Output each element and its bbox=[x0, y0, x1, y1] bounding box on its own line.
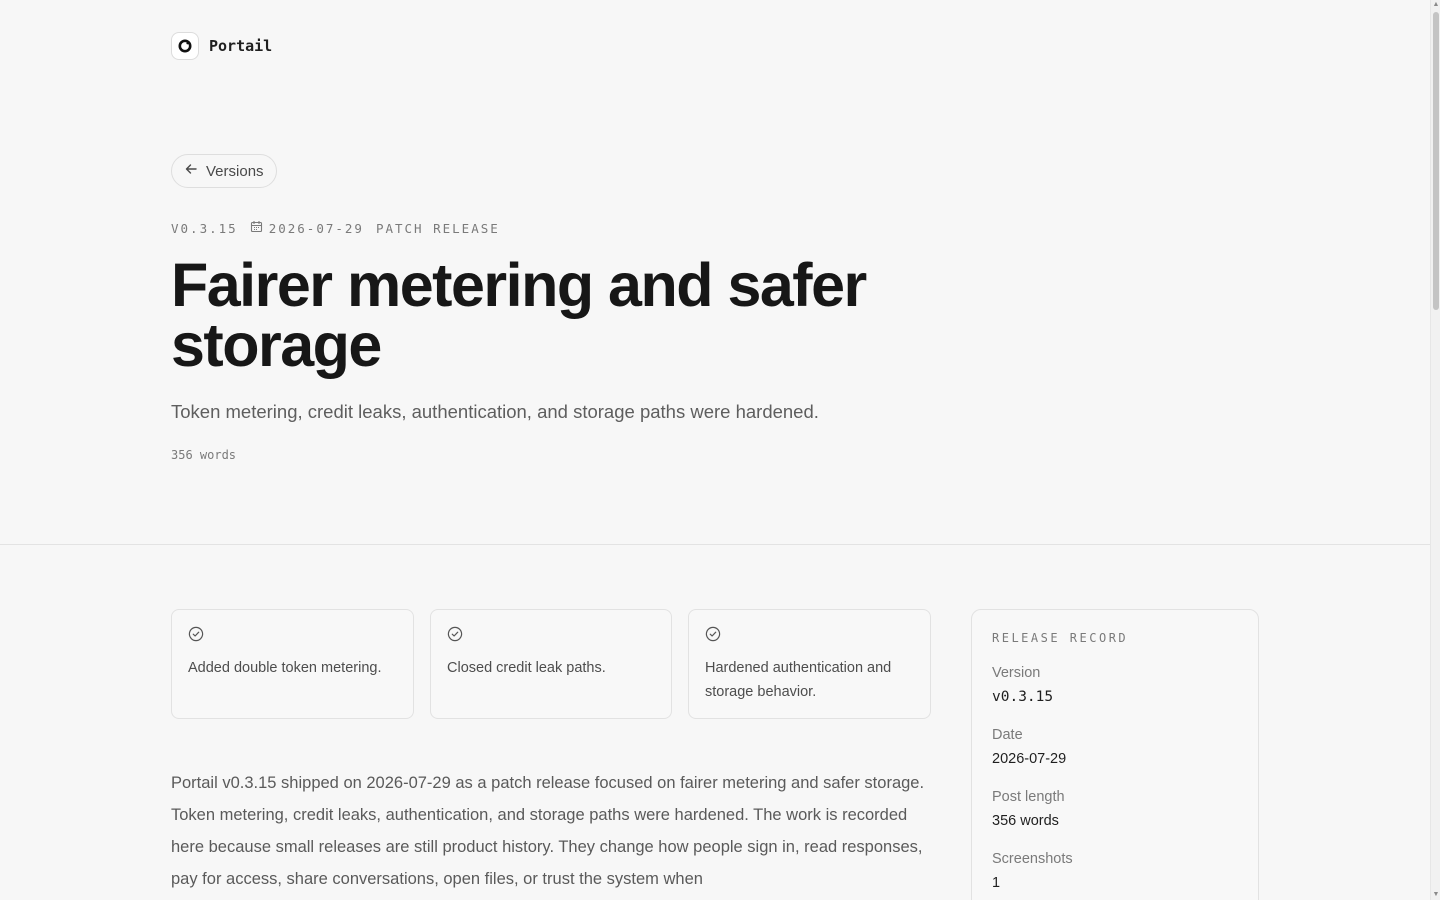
release-kind: PATCH RELEASE bbox=[375, 220, 500, 236]
back-to-versions-button[interactable]: Versions bbox=[171, 154, 277, 188]
page-title: Fairer metering and safer storage bbox=[171, 251, 867, 379]
release-record-title: RELEASE RECORD bbox=[992, 631, 1129, 645]
check-circle-icon bbox=[705, 626, 721, 642]
release-meta: V0.3.15 2026-07-29 PATCH RELEASE bbox=[171, 220, 500, 236]
highlight-text: Closed credit leak paths. bbox=[447, 660, 606, 676]
word-count: 356 words bbox=[171, 448, 237, 462]
record-row-screenshots: Screenshots 1 bbox=[992, 849, 1238, 893]
record-value: v0.3.15 bbox=[992, 689, 1054, 705]
brand-name: Portail bbox=[209, 37, 273, 55]
record-value: 356 words bbox=[992, 813, 1059, 829]
record-row-date: Date 2026-07-29 bbox=[992, 725, 1238, 769]
brand[interactable]: Portail bbox=[171, 32, 272, 60]
portail-logo-icon bbox=[171, 32, 199, 60]
highlight-text: Added double token metering. bbox=[188, 660, 382, 676]
record-row-post-length: Post length 356 words bbox=[992, 787, 1238, 831]
record-value: 2026-07-29 bbox=[992, 751, 1067, 767]
page-scrollbar[interactable]: ▲ ▼ bbox=[1430, 0, 1440, 900]
highlight-card: Closed credit leak paths. bbox=[430, 609, 672, 719]
release-date: 2026-07-29 bbox=[250, 220, 364, 236]
record-value: 1 bbox=[992, 875, 1001, 891]
arrow-left-icon bbox=[184, 162, 198, 180]
check-circle-icon bbox=[447, 626, 463, 642]
record-label: Date bbox=[992, 727, 1023, 743]
check-circle-icon bbox=[188, 626, 204, 642]
back-button-label: Versions bbox=[206, 162, 264, 180]
highlight-card: Hardened authentication and storage beha… bbox=[688, 609, 931, 719]
record-row-version: Version v0.3.15 bbox=[992, 663, 1238, 707]
calendar-icon bbox=[250, 220, 263, 236]
release-date-text: 2026-07-29 bbox=[268, 220, 364, 236]
highlight-card: Added double token metering. bbox=[171, 609, 414, 719]
scroll-down-icon[interactable]: ▼ bbox=[1432, 891, 1440, 899]
version-tag: V0.3.15 bbox=[171, 220, 238, 236]
record-label: Post length bbox=[992, 789, 1065, 805]
page-subtitle: Token metering, credit leaks, authentica… bbox=[171, 401, 819, 422]
record-label: Screenshots bbox=[992, 851, 1073, 867]
release-body-paragraph: Portail v0.3.15 shipped on 2026-07-29 as… bbox=[171, 774, 925, 888]
record-label: Version bbox=[992, 665, 1041, 681]
section-divider bbox=[0, 544, 1430, 545]
scroll-up-icon[interactable]: ▲ bbox=[1432, 1, 1440, 9]
scrollbar-thumb[interactable] bbox=[1433, 12, 1439, 310]
release-record-panel: RELEASE RECORD Version v0.3.15 Date 2026… bbox=[971, 609, 1259, 900]
highlight-text: Hardened authentication and storage beha… bbox=[705, 660, 892, 700]
